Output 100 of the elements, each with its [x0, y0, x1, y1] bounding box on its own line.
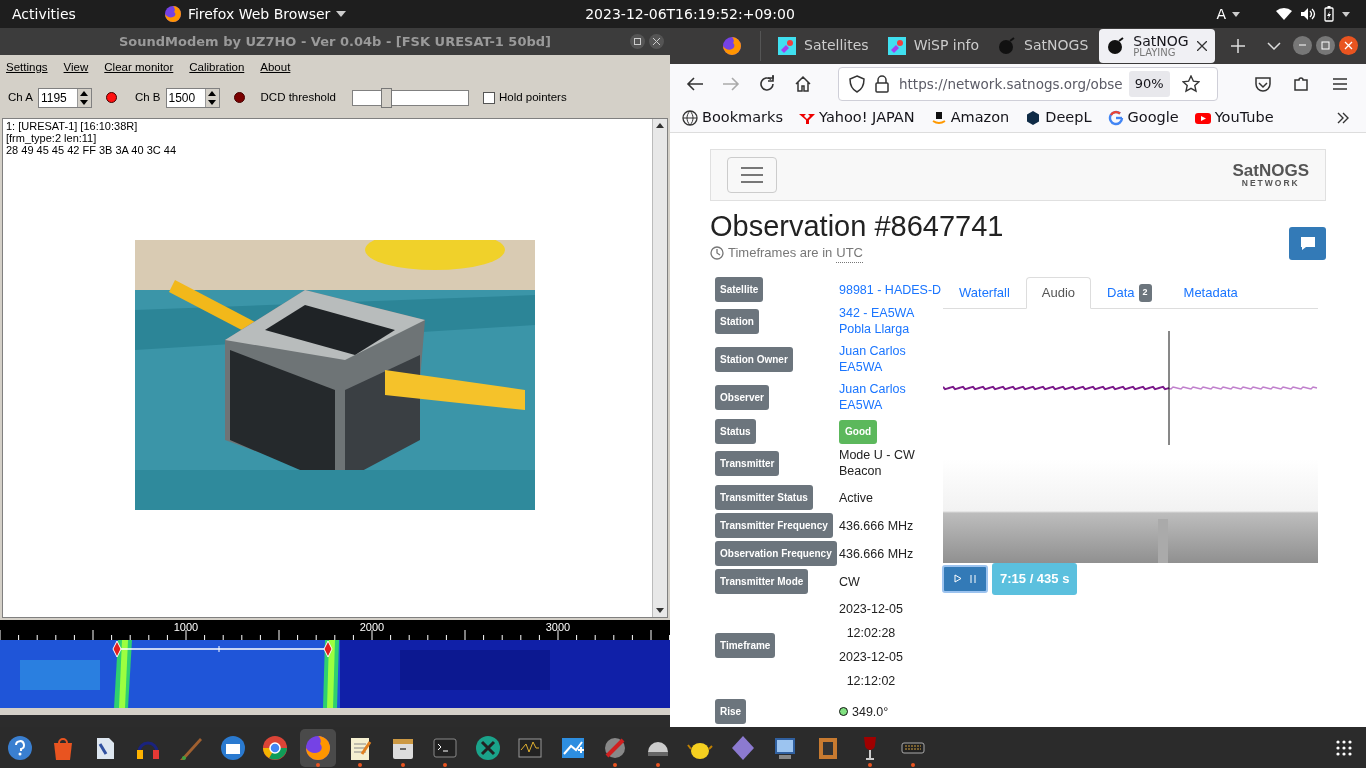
- tab-title: SatNOGS: [1024, 36, 1089, 56]
- field-label: Observer: [715, 384, 769, 410]
- monitor-line: 28 49 45 45 42 FF 3B 3A 40 3C 44: [6, 144, 177, 156]
- field-label: Rise: [715, 699, 747, 724]
- slider-thumb[interactable]: [381, 87, 393, 108]
- field-label: Observation Frequency: [715, 541, 837, 566]
- close-button[interactable]: [1339, 36, 1358, 56]
- detail-value: 2023-12-05: [839, 601, 903, 618]
- content-tab[interactable]: Waterfall: [943, 277, 1026, 309]
- menu-item[interactable]: About: [260, 58, 291, 77]
- menu-button[interactable]: [727, 156, 777, 193]
- up-arrow-icon: [80, 90, 89, 96]
- puzzle-icon: [1292, 74, 1310, 93]
- window-title: SoundModem by UZ7HO - Ver 0.04b - [FSK URESAT-1 50bd]: [118, 32, 552, 51]
- detail-link[interactable]: Pobla Llarga: [839, 321, 915, 337]
- menu-item[interactable]: Clear monitor: [104, 58, 174, 77]
- detail-value: 2023-12-05: [839, 649, 903, 666]
- close-icon: [1344, 41, 1353, 51]
- browser-icon[interactable]: [261, 733, 289, 762]
- bookmark-link[interactable]: YouTube: [1214, 106, 1274, 129]
- bomb-icon: [998, 36, 1017, 55]
- back-icon: [686, 75, 704, 92]
- monitor-line: [frm_type:2 len:11]: [6, 132, 98, 144]
- threshold-slider[interactable]: [351, 89, 469, 106]
- volume-icon: [1300, 7, 1316, 21]
- detail-link[interactable]: Juan Carlos: [839, 381, 906, 397]
- field-label: Satellite: [715, 277, 764, 302]
- app-menu[interactable]: Firefox Web Browser: [187, 3, 331, 25]
- pause-icon: [970, 574, 976, 583]
- minimize-button[interactable]: [1293, 36, 1312, 56]
- play-pause-button[interactable]: [942, 564, 988, 593]
- status-badge: Good: [839, 419, 878, 444]
- maximize-icon: [1321, 41, 1330, 51]
- bookmark-link[interactable]: DeepL: [1045, 106, 1092, 129]
- square-icon: [634, 38, 641, 45]
- browser-tab[interactable]: Satellites: [770, 28, 877, 63]
- hexagon-icon: [1025, 109, 1042, 126]
- bookmark-link[interactable]: Yahoo! JAPAN: [819, 106, 915, 129]
- field-label: Transmitter Frequency: [715, 513, 833, 538]
- help-icon[interactable]: [6, 733, 34, 762]
- star-icon: [1181, 74, 1200, 93]
- ruler-label: 3000: [545, 621, 571, 633]
- browser-tab[interactable]: SatNOG PLAYING: [1099, 28, 1215, 63]
- browser-tab[interactable]: SatNOGS: [990, 28, 1097, 63]
- zoom-level[interactable]: 90%: [1128, 71, 1170, 97]
- detail-link[interactable]: 342 - EA5WA: [839, 305, 915, 321]
- envelope-icon[interactable]: [218, 733, 247, 762]
- content-tab[interactable]: Audio: [1025, 277, 1092, 309]
- field-label: Transmitter Mode: [715, 569, 809, 594]
- new-tab-icon[interactable]: [1230, 38, 1245, 53]
- detail-link[interactable]: Juan Carlos: [839, 343, 906, 359]
- browser-tab[interactable]: WiSP info: [879, 28, 988, 63]
- app-icon[interactable]: [473, 733, 502, 762]
- detail-link[interactable]: EA5WA: [839, 397, 906, 413]
- field-label: Status: [715, 419, 756, 444]
- comment-button[interactable]: [1289, 226, 1326, 260]
- frequency-spinbox[interactable]: 1195: [37, 87, 92, 108]
- close-button[interactable]: [649, 34, 664, 49]
- detail-link[interactable]: EA5WA: [839, 359, 906, 375]
- detail-value: 436.666 MHz: [839, 545, 914, 562]
- playback-time: 7:15 / 435 s: [992, 563, 1078, 595]
- menu-item[interactable]: Settings: [6, 58, 48, 77]
- detail-value: 12:12:02: [845, 673, 897, 690]
- detail-value: Mode U - CW: [839, 447, 915, 463]
- battery-icon: [1324, 6, 1334, 22]
- field-label: Transmitter: [715, 450, 780, 476]
- field-label: Transmitter Status: [715, 485, 813, 510]
- timezone-note: Timeframes are in: [728, 244, 833, 262]
- smile-logo-icon: [930, 109, 947, 126]
- menu-item[interactable]: View: [63, 58, 89, 77]
- activities-button[interactable]: Activities: [12, 3, 76, 25]
- maximize-button[interactable]: [1316, 36, 1335, 56]
- content-tab[interactable]: Data 2: [1091, 277, 1168, 309]
- chevron-down-icon: [1266, 41, 1281, 50]
- tab-title: Satellites: [804, 36, 869, 56]
- content-tab[interactable]: Metadata: [1167, 277, 1254, 309]
- scrollbar[interactable]: [652, 119, 667, 617]
- bookmark-link[interactable]: Google: [1127, 106, 1179, 129]
- bookmark-link[interactable]: Bookmarks: [702, 106, 783, 129]
- app-grid-icon[interactable]: [1335, 738, 1353, 757]
- menu-icon: [741, 166, 763, 183]
- detail-link[interactable]: 98981 - HADES-D: [839, 281, 942, 298]
- tab-title: SatNOG: [1133, 33, 1189, 48]
- detail-value: 12:02:28: [845, 625, 897, 642]
- input-source-indicator[interactable]: A: [1216, 3, 1226, 25]
- bookmark-link[interactable]: Amazon: [950, 106, 1010, 129]
- address-bar[interactable]: https://network.satnogs.org/obse 90%: [838, 66, 1218, 101]
- frequency-spinbox[interactable]: 1500: [165, 87, 220, 108]
- hold-pointers-checkbox[interactable]: [482, 91, 495, 104]
- field-label: Station Owner: [715, 346, 793, 372]
- tab-status: PLAYING: [1133, 47, 1177, 58]
- chat-icon: [1299, 235, 1316, 251]
- maximize-button[interactable]: [630, 34, 645, 49]
- clock[interactable]: 2023-12-06T16:19:52:+09:00: [560, 3, 820, 25]
- shield-icon: [849, 74, 865, 93]
- page-title: Observation #8647741: [710, 210, 1004, 243]
- menu-item[interactable]: Calibration: [189, 58, 245, 77]
- detail-value: 436.666 MHz: [839, 517, 914, 534]
- logo-tagline: NETWORK: [1241, 178, 1300, 188]
- close-tab-icon[interactable]: [1196, 40, 1207, 51]
